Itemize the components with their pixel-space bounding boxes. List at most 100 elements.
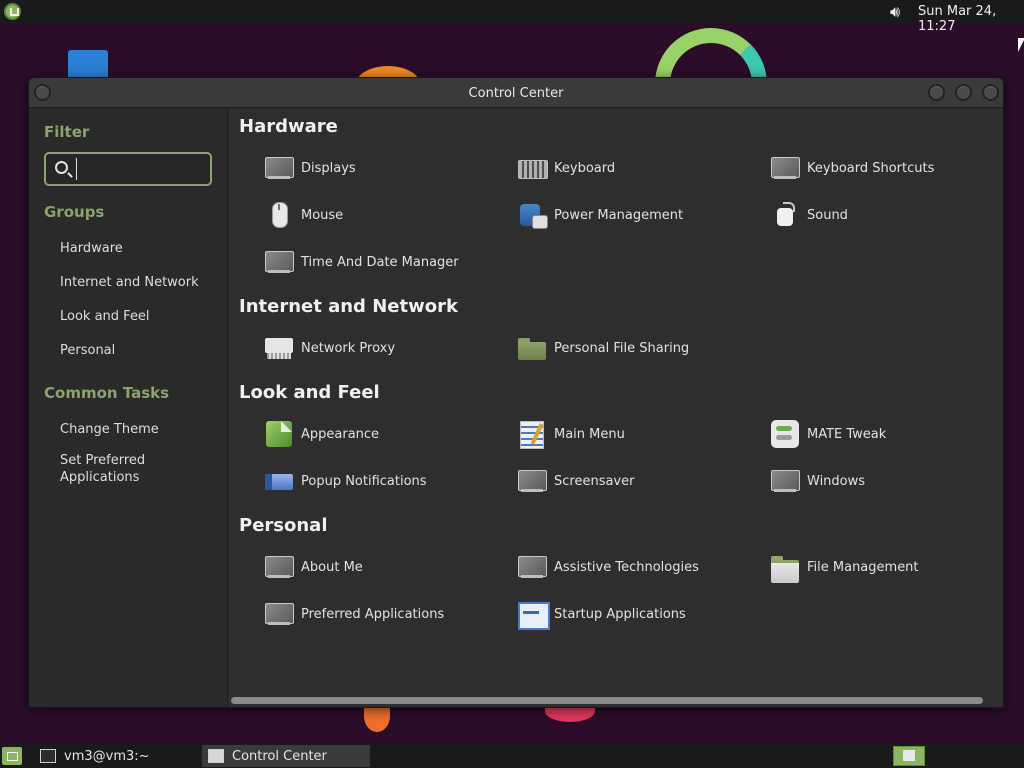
- show-desktop-icon[interactable]: [2, 747, 22, 765]
- sidebar: Filter Groups Hardware Internet and Netw…: [29, 108, 228, 707]
- group-link-personal[interactable]: Personal: [60, 342, 210, 359]
- item-label: File Management: [807, 559, 919, 575]
- group-link-look-and-feel[interactable]: Look and Feel: [60, 308, 210, 325]
- desktop-decoration: [68, 50, 108, 80]
- filter-heading: Filter: [44, 123, 90, 141]
- search-box[interactable]: [44, 152, 212, 186]
- window-title: Control Center: [468, 86, 564, 101]
- item-label: Keyboard Shortcuts: [807, 160, 935, 176]
- item-startup-applications[interactable]: Startup Applications: [517, 597, 686, 631]
- item-label: Time And Date Manager: [301, 254, 459, 270]
- mate-tweak-icon: [770, 419, 800, 449]
- item-label: Preferred Applications: [301, 606, 445, 622]
- item-personal-file-sharing[interactable]: Personal File Sharing: [517, 331, 689, 365]
- item-label: Windows: [807, 473, 866, 489]
- section-title-personal: Personal: [239, 515, 328, 536]
- item-popup-notifications[interactable]: Popup Notifications: [264, 464, 427, 498]
- taskbar-item-terminal[interactable]: vm3@vm3:~: [34, 745, 199, 767]
- item-label: Power Management: [554, 207, 684, 223]
- about-me-icon: [264, 552, 294, 582]
- item-file-management[interactable]: File Management: [770, 550, 919, 584]
- item-label: Assistive Technologies: [554, 559, 699, 575]
- clock[interactable]: Sun Mar 24, 11:27: [918, 4, 1024, 34]
- item-preferred-applications[interactable]: Preferred Applications: [264, 597, 444, 631]
- keyboard-icon: [517, 153, 548, 183]
- assistive-technologies-icon: [517, 552, 547, 582]
- item-label: Sound: [807, 207, 848, 223]
- task-link-preferred-apps[interactable]: Set Preferred Applications: [60, 452, 170, 486]
- group-link-internet[interactable]: Internet and Network: [60, 274, 210, 291]
- item-mouse[interactable]: Mouse: [264, 198, 343, 232]
- folder-icon: [517, 333, 547, 363]
- item-windows[interactable]: Windows: [770, 464, 865, 498]
- horizontal-scrollbar[interactable]: [231, 697, 983, 704]
- item-label: Displays: [301, 160, 356, 176]
- item-assistive-technologies[interactable]: Assistive Technologies: [517, 550, 699, 584]
- item-label: Appearance: [301, 426, 380, 442]
- maximize-button[interactable]: [955, 84, 972, 101]
- close-button[interactable]: [982, 84, 999, 101]
- main-content: Hardware Displays Keyboard Keyboard Shor…: [229, 108, 1003, 707]
- mouse-cursor-icon: [1018, 38, 1024, 52]
- main-menu-icon: [517, 419, 547, 449]
- item-power-management[interactable]: Power Management: [517, 198, 683, 232]
- section-title-internet: Internet and Network: [239, 296, 458, 317]
- control-center-icon: [208, 749, 224, 763]
- keyboard-shortcuts-icon: [770, 153, 800, 183]
- taskbar-item-control-center[interactable]: Control Center: [202, 745, 370, 767]
- item-label: Personal File Sharing: [554, 340, 690, 356]
- power-management-icon: [517, 200, 548, 230]
- window-titlebar[interactable]: Control Center: [29, 78, 1003, 108]
- startup-applications-icon: [517, 599, 550, 630]
- item-mate-tweak[interactable]: MATE Tweak: [770, 417, 886, 451]
- item-keyboard[interactable]: Keyboard: [517, 151, 615, 185]
- sound-icon: [770, 200, 800, 230]
- item-time-and-date[interactable]: Time And Date Manager: [264, 245, 459, 279]
- top-panel: 🔊︎ Sun Mar 24, 11:27: [0, 0, 1024, 34]
- mouse-icon: [264, 200, 294, 230]
- file-management-icon: [770, 552, 800, 583]
- workspace-switcher-icon[interactable]: [893, 746, 925, 766]
- appearance-icon: [264, 419, 294, 449]
- network-proxy-icon: [264, 333, 294, 363]
- item-label: Startup Applications: [554, 606, 686, 622]
- task-link-change-theme[interactable]: Change Theme: [60, 421, 210, 438]
- terminal-icon: [40, 749, 56, 763]
- group-link-hardware[interactable]: Hardware: [60, 240, 210, 257]
- item-screensaver[interactable]: Screensaver: [517, 464, 634, 498]
- item-main-menu[interactable]: Main Menu: [517, 417, 625, 451]
- popup-notifications-icon: [264, 466, 294, 496]
- bottom-panel: vm3@vm3:~ Control Center: [0, 744, 1024, 768]
- taskbar-label: vm3@vm3:~: [64, 748, 150, 764]
- item-label: Screensaver: [554, 473, 635, 489]
- item-label: Network Proxy: [301, 340, 396, 356]
- item-appearance[interactable]: Appearance: [264, 417, 379, 451]
- section-title-hardware: Hardware: [239, 116, 338, 137]
- item-label: MATE Tweak: [807, 426, 887, 442]
- common-tasks-heading: Common Tasks: [44, 384, 170, 402]
- item-label: Main Menu: [554, 426, 625, 442]
- volume-icon[interactable]: 🔊︎: [890, 2, 900, 22]
- item-about-me[interactable]: About Me: [264, 550, 363, 584]
- section-title-look-and-feel: Look and Feel: [239, 382, 380, 403]
- time-date-icon: [264, 247, 294, 277]
- displays-icon: [264, 153, 294, 183]
- taskbar-label: Control Center: [232, 748, 327, 764]
- item-network-proxy[interactable]: Network Proxy: [264, 331, 395, 365]
- windows-icon: [770, 466, 800, 496]
- item-label: Mouse: [301, 207, 344, 223]
- item-label: About Me: [301, 559, 363, 575]
- groups-heading: Groups: [44, 203, 105, 221]
- item-sound[interactable]: Sound: [770, 198, 848, 232]
- preferred-applications-icon: [264, 599, 294, 629]
- search-icon: [55, 161, 68, 174]
- item-displays[interactable]: Displays: [264, 151, 356, 185]
- mate-menu-icon[interactable]: [4, 3, 21, 20]
- item-keyboard-shortcuts[interactable]: Keyboard Shortcuts: [770, 151, 934, 185]
- item-label: Popup Notifications: [301, 473, 427, 489]
- search-input[interactable]: [76, 158, 206, 180]
- screensaver-icon: [517, 466, 547, 496]
- control-center-window: Control Center Filter Groups Hardware In…: [28, 77, 1004, 708]
- minimize-button[interactable]: [928, 84, 945, 101]
- item-label: Keyboard: [554, 160, 616, 176]
